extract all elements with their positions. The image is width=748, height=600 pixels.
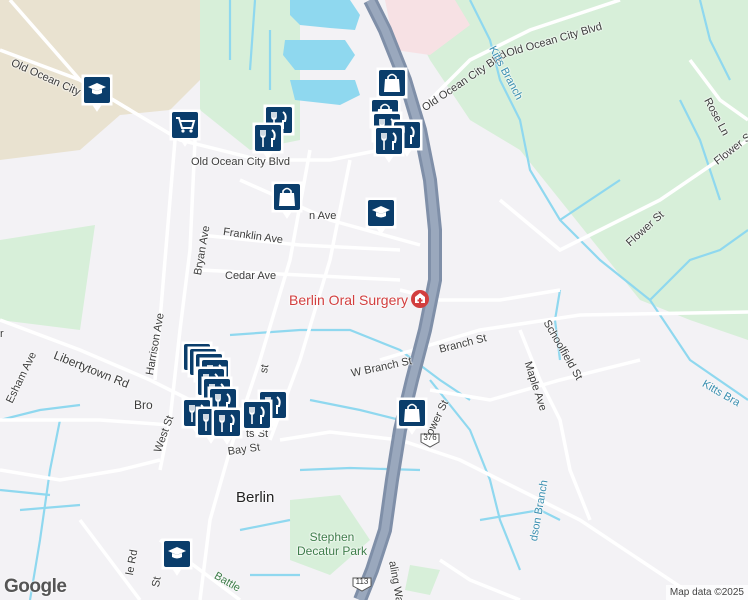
shopping-bag-icon[interactable] [270,180,304,220]
shopping-bag-icon[interactable] [395,396,429,436]
graduation-cap-icon[interactable] [364,196,398,236]
park-area-east [400,0,748,340]
restaurant-icon[interactable] [251,121,285,161]
graduation-cap-icon[interactable] [160,537,194,577]
pond-2 [283,40,355,70]
street-label: r [0,328,4,340]
poi-label[interactable]: Berlin Oral Surgery [289,292,408,308]
google-logo[interactable]: Google [4,576,67,598]
route-shield-113: 113 [352,576,372,592]
map-attribution[interactable]: Map data ©2025 [665,585,748,600]
park-label: Stephen Decatur Park [296,530,368,558]
restaurant-icon[interactable] [210,406,244,446]
restaurant-icon[interactable] [240,398,274,438]
street-label: St [150,575,164,589]
map-canvas[interactable]: Old Ocean City Blvd Old Ocean City Blvd … [0,0,748,600]
pond-1 [290,0,360,30]
restaurant-icon[interactable] [372,124,406,164]
graduation-cap-icon[interactable] [80,73,114,113]
pond-3 [290,80,360,105]
street-label: n Ave [309,210,337,222]
park-area-south [405,565,440,595]
park-area-west [0,225,95,330]
street-label: Cedar Ave [225,270,277,282]
town-label: Berlin [236,489,275,506]
street-label: st [258,363,272,375]
shopping-cart-icon[interactable] [168,108,202,148]
street-label: Bro [134,398,153,412]
